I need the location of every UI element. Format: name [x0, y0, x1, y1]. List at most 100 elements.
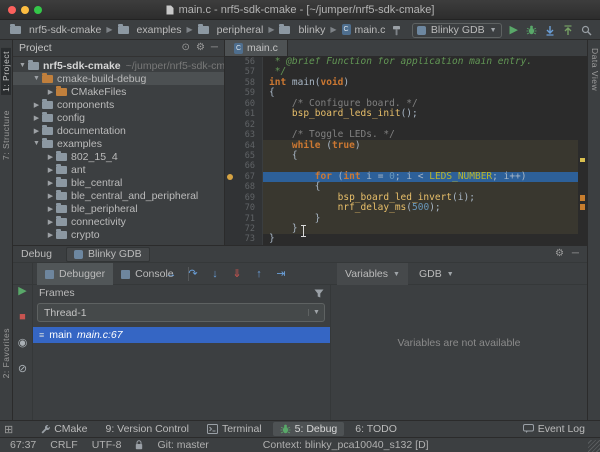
- line-ending-indicator[interactable]: CRLF: [50, 439, 77, 451]
- editor-tab-main-c[interactable]: C main.c: [225, 40, 288, 56]
- mute-breakpoints-button[interactable]: ⊘: [18, 363, 27, 375]
- run-button[interactable]: ▶: [510, 25, 518, 36]
- tool-window-button-cmake[interactable]: CMake: [33, 422, 94, 436]
- chevron-right-icon[interactable]: ▶: [31, 114, 42, 122]
- gutter-line-60[interactable]: 60: [225, 99, 262, 109]
- vcs-update-button[interactable]: [545, 25, 555, 36]
- gutter-line-62[interactable]: 62: [225, 120, 262, 130]
- search-everywhere-icon[interactable]: [581, 25, 592, 36]
- chevron-right-icon[interactable]: ▶: [45, 231, 56, 239]
- chevron-down-icon[interactable]: ▼: [31, 75, 42, 82]
- code-line-72[interactable]: }: [269, 224, 578, 234]
- gutter-line-64[interactable]: 64: [225, 141, 262, 151]
- code-line-58[interactable]: int main(void): [269, 78, 578, 88]
- tree-item-cmake-build-debug[interactable]: ▼cmake-build-debug: [13, 72, 224, 85]
- vcs-commit-button[interactable]: [563, 25, 573, 36]
- tool-button-project[interactable]: 1: Project: [1, 48, 11, 95]
- stop-button[interactable]: ■: [19, 311, 26, 323]
- tool-button-structure[interactable]: 7: Structure: [1, 110, 11, 160]
- stripe-mark[interactable]: [580, 158, 585, 162]
- tool-button-data-view[interactable]: Data View: [590, 48, 600, 91]
- breakpoint-icon[interactable]: [227, 174, 233, 180]
- tree-item-ant[interactable]: ▶ant: [13, 163, 224, 176]
- resize-grip[interactable]: [588, 440, 600, 452]
- tree-item-ble_central_and_peripheral[interactable]: ▶ble_central_and_peripheral: [13, 189, 224, 202]
- code-line-65[interactable]: {: [269, 151, 578, 161]
- chevron-down-icon[interactable]: ▼: [17, 62, 28, 69]
- debug-session-tab[interactable]: Blinky GDB: [66, 247, 150, 262]
- gutter-line-59[interactable]: 59: [225, 88, 262, 98]
- resolve-context-widget[interactable]: Context: blinky_pca10040_s132 [D]: [263, 439, 429, 451]
- chevron-right-icon[interactable]: ▶: [31, 127, 42, 135]
- tree-item-ble_peripheral[interactable]: ▶ble_peripheral: [13, 202, 224, 215]
- run-to-cursor-button[interactable]: ⇥: [273, 266, 289, 282]
- tool-window-switcher-icon[interactable]: ⊞: [4, 423, 13, 436]
- gutter-line-56[interactable]: 56: [225, 57, 262, 67]
- gutter-line-73[interactable]: 73: [225, 234, 262, 244]
- code-line-71[interactable]: }: [269, 214, 578, 224]
- gutter-line-61[interactable]: 61: [225, 109, 262, 119]
- gutter-line-66[interactable]: 66: [225, 161, 262, 171]
- gutter-line-71[interactable]: 71: [225, 214, 262, 224]
- thread-select[interactable]: Thread-1 ▼: [37, 303, 325, 322]
- chevron-right-icon[interactable]: ▶: [45, 179, 56, 187]
- stripe-mark[interactable]: [580, 195, 585, 201]
- view-breakpoints-button[interactable]: ◉: [18, 337, 28, 349]
- chevron-right-icon[interactable]: ▶: [45, 88, 56, 96]
- build-hammer-icon[interactable]: [392, 25, 404, 36]
- tool-button-favorites[interactable]: 2: Favorites: [1, 328, 11, 378]
- debug-button[interactable]: [526, 25, 537, 35]
- chevron-right-icon[interactable]: ▶: [45, 205, 56, 213]
- gutter-line-65[interactable]: 65: [225, 151, 262, 161]
- chevron-right-icon[interactable]: ▶: [45, 153, 56, 161]
- force-step-into-button[interactable]: ⇓: [229, 266, 245, 282]
- tool-window-button-6-todo[interactable]: 6: TODO: [348, 422, 404, 436]
- filter-funnel-icon[interactable]: [314, 289, 324, 298]
- gutter-line-57[interactable]: 57: [225, 67, 262, 77]
- debug-tab-debugger[interactable]: Debugger: [37, 263, 113, 285]
- gear-icon[interactable]: ⚙: [196, 43, 205, 53]
- breadcrumb-item-nrf5-sdk-cmake[interactable]: nrf5-sdk-cmake: [8, 24, 103, 36]
- gutter-line-69[interactable]: 69: [225, 193, 262, 203]
- tool-window-button-terminal[interactable]: Terminal: [200, 422, 269, 436]
- gutter-line-72[interactable]: 72: [225, 224, 262, 234]
- tree-item-config[interactable]: ▶config: [13, 111, 224, 124]
- chevron-right-icon[interactable]: ▶: [45, 218, 56, 226]
- hide-panel-icon[interactable]: ─: [572, 249, 579, 259]
- encoding-indicator[interactable]: UTF-8: [92, 439, 122, 451]
- tree-item-documentation[interactable]: ▶documentation: [13, 124, 224, 137]
- tree-item-802_15_4[interactable]: ▶802_15_4: [13, 150, 224, 163]
- tool-window-button-9-version-control[interactable]: 9: Version Control: [98, 422, 195, 436]
- locate-file-icon[interactable]: ⊙: [182, 43, 190, 53]
- tab-variables[interactable]: Variables▼: [337, 263, 408, 285]
- tree-item-crypto[interactable]: ▶crypto: [13, 228, 224, 241]
- editor-body[interactable]: 565758596061626364656667686970717273 * @…: [225, 57, 587, 245]
- tree-item-nrf5-sdk-cmake[interactable]: ▼nrf5-sdk-cmake~/jumper/nrf5-sdk-cmake: [13, 59, 224, 72]
- breadcrumb-item-examples[interactable]: examples: [116, 24, 184, 36]
- stripe-mark[interactable]: [580, 204, 585, 210]
- lock-icon[interactable]: [135, 440, 143, 450]
- code-line-64[interactable]: while (true): [269, 141, 578, 151]
- resume-button[interactable]: ▶: [18, 285, 26, 297]
- tree-item-components[interactable]: ▶components: [13, 98, 224, 111]
- tree-item-connectivity[interactable]: ▶connectivity: [13, 215, 224, 228]
- git-branch-widget[interactable]: Git: master: [157, 439, 208, 451]
- gutter-line-58[interactable]: 58: [225, 78, 262, 88]
- tree-item-CMakeFiles[interactable]: ▶CMakeFiles: [13, 85, 224, 98]
- code-line-73[interactable]: }: [269, 234, 578, 244]
- caret-position[interactable]: 67:37: [10, 439, 36, 451]
- tab-gdb[interactable]: GDB▼: [411, 263, 462, 285]
- code-area[interactable]: * @brief Function for application main e…: [263, 57, 578, 245]
- chevron-down-icon[interactable]: ▼: [31, 140, 42, 147]
- step-out-button[interactable]: ↑: [251, 266, 267, 282]
- breadcrumb-item-peripheral[interactable]: peripheral: [196, 24, 266, 36]
- code-line-56[interactable]: * @brief Function for application main e…: [269, 57, 578, 67]
- editor-gutter[interactable]: 565758596061626364656667686970717273: [225, 57, 263, 245]
- frame-row[interactable]: ≡mainmain.c:67: [33, 327, 330, 343]
- code-line-61[interactable]: bsp_board_leds_init();: [269, 109, 578, 119]
- tree-item-examples[interactable]: ▼examples: [13, 137, 224, 150]
- show-execution-point-button[interactable]: →: [163, 266, 179, 282]
- step-into-button[interactable]: ↓: [207, 266, 223, 282]
- step-over-button[interactable]: ↷: [185, 266, 201, 282]
- breadcrumb-item-blinky[interactable]: blinky: [277, 24, 327, 36]
